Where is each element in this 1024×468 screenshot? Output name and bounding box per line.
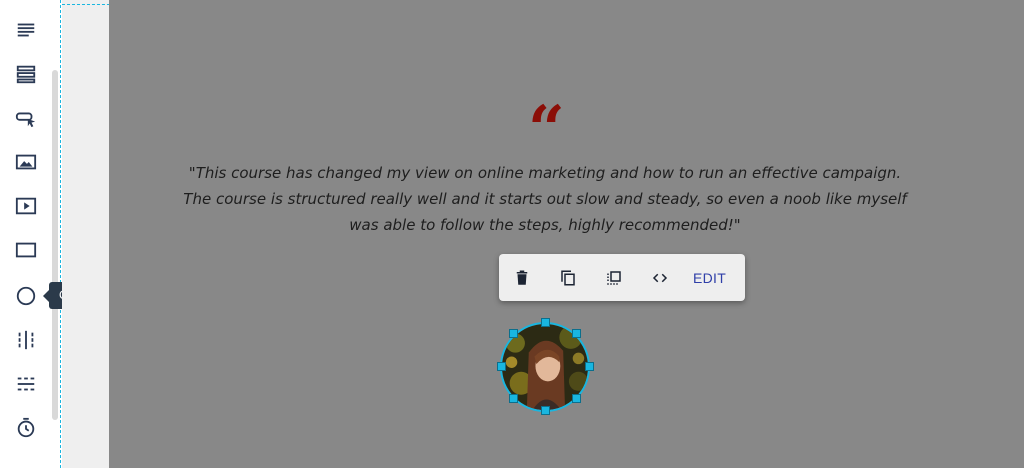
testimonial-text[interactable]: "This course has changed my view on onli… <box>175 160 915 238</box>
delete-button[interactable] <box>499 254 545 301</box>
horizontal-divider-icon <box>17 377 35 391</box>
resize-handle-bottom-left[interactable] <box>509 394 518 403</box>
duplicate-button[interactable] <box>545 254 591 301</box>
rows-layout-icon <box>16 65 36 84</box>
testimonial-line: "This course has changed my view on onli… <box>188 164 902 182</box>
resize-handle-right[interactable] <box>585 362 594 371</box>
selected-circle-element[interactable] <box>497 318 594 415</box>
code-button[interactable] <box>637 254 683 301</box>
testimonial-line: was able to follow the steps, highly rec… <box>349 216 741 234</box>
image-icon <box>15 154 37 170</box>
resize-handle-top-right[interactable] <box>572 329 581 338</box>
element-toolbar: EDIT <box>499 254 745 301</box>
tool-sidebar <box>0 0 61 468</box>
rectangle-tool[interactable] <box>14 238 38 262</box>
sidebar-scrollbar[interactable] <box>52 70 58 420</box>
button-cursor-icon <box>15 112 36 128</box>
quote-mark: “ <box>528 92 565 167</box>
circle-tool[interactable] <box>14 284 38 308</box>
duplicate-icon <box>561 270 575 285</box>
resize-handle-bottom[interactable] <box>541 406 550 415</box>
resize-handle-bottom-right[interactable] <box>572 394 581 403</box>
testimonial-line: The course is structured really well and… <box>183 190 907 208</box>
rectangle-icon <box>15 242 37 258</box>
edit-button[interactable]: EDIT <box>693 270 726 286</box>
code-icon <box>652 273 668 282</box>
canvas-gutter <box>62 0 109 468</box>
text-paragraph-icon <box>17 23 35 37</box>
image-tool[interactable] <box>14 150 38 174</box>
divider-tool[interactable] <box>14 372 38 396</box>
video-tool[interactable] <box>14 194 38 218</box>
resize-handle-top[interactable] <box>541 318 550 327</box>
resize-handle-left[interactable] <box>497 362 506 371</box>
resize-handle-top-left[interactable] <box>509 329 518 338</box>
delete-icon <box>516 270 528 285</box>
rows-tool[interactable] <box>14 62 38 86</box>
text-tool[interactable] <box>14 18 38 42</box>
column-divider-icon <box>18 330 34 350</box>
select-parent-icon <box>607 270 621 285</box>
select-parent-button[interactable] <box>591 254 637 301</box>
timer-icon <box>17 417 35 438</box>
circle-icon <box>16 286 36 306</box>
video-play-icon <box>15 197 37 215</box>
column-divider-tool[interactable] <box>14 328 38 352</box>
timer-tool[interactable] <box>14 416 38 440</box>
button-tool[interactable] <box>14 106 38 130</box>
